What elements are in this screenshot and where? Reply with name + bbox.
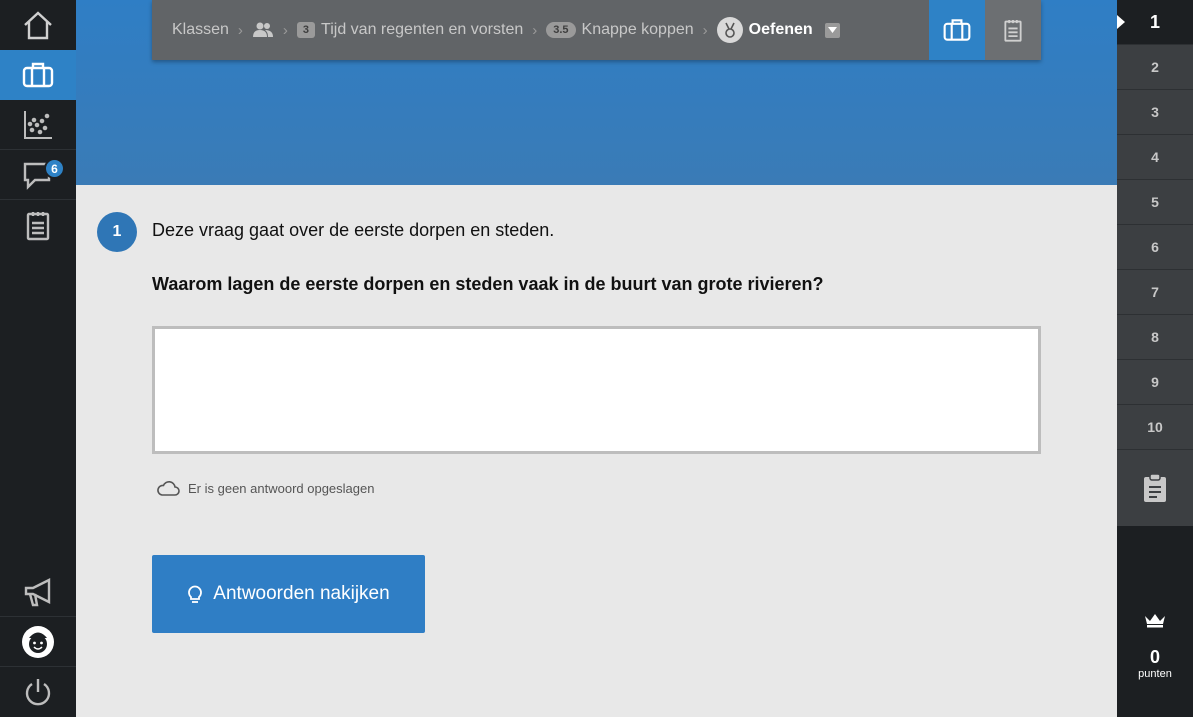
messages-button[interactable]: 6 — [0, 150, 76, 200]
notes-view-button[interactable] — [985, 0, 1041, 60]
answer-input[interactable] — [152, 326, 1041, 454]
question-nav-item-9[interactable]: 9 — [1117, 360, 1193, 405]
score-value: 0 — [1149, 647, 1160, 667]
medal-icon — [716, 17, 743, 43]
breadcrumb-mode[interactable]: Oefenen — [716, 17, 840, 43]
chapter-number-badge: 3 — [296, 22, 316, 38]
score-label: punten — [1138, 668, 1172, 680]
announcements-button[interactable] — [0, 567, 76, 617]
breadcrumb-chapter[interactable]: 3 Tijd van regenten en vorsten — [296, 21, 524, 39]
chevron-right-icon: › — [532, 21, 538, 39]
chevron-right-icon: › — [237, 21, 243, 39]
question-intro: Deze vraag gaat over de eerste dorpen en… — [152, 220, 555, 240]
chevron-down-icon[interactable] — [824, 22, 840, 38]
notepad-icon — [1004, 20, 1022, 42]
megaphone-icon — [24, 578, 51, 607]
section-number-badge: 3.5 — [546, 22, 576, 38]
scatter-chart-icon — [24, 111, 52, 139]
results-button[interactable] — [0, 100, 76, 150]
cloud-icon — [157, 481, 180, 496]
logout-button[interactable] — [0, 667, 76, 717]
power-icon — [25, 679, 51, 706]
breadcrumb-section[interactable]: 3.5 Knappe koppen — [546, 21, 694, 39]
messages-badge: 6 — [44, 158, 65, 179]
breadcrumb-bar: Klassen › › 3 Tijd van regenten en vorst… — [152, 0, 1041, 60]
chapter-title: Tijd van regenten en vorsten — [321, 21, 524, 38]
overview-button[interactable] — [1117, 450, 1193, 526]
chevron-right-icon: › — [702, 21, 708, 39]
chevron-right-icon: › — [282, 21, 288, 39]
lessons-button[interactable] — [0, 50, 76, 100]
clipboard-icon — [1144, 473, 1166, 502]
current-indicator-icon — [1117, 15, 1125, 29]
question-nav-item-8[interactable]: 8 — [1117, 315, 1193, 360]
left-sidebar: 6 — [0, 0, 76, 717]
check-answers-button[interactable]: Antwoorden nakijken — [152, 555, 425, 633]
users-icon — [252, 22, 273, 37]
tasks-button[interactable] — [0, 200, 76, 250]
lesson-view-button[interactable] — [929, 0, 985, 60]
question-nav-item-6[interactable]: 6 — [1117, 225, 1193, 270]
question-nav-item-10[interactable]: 10 — [1117, 405, 1193, 450]
question-nav-item-3[interactable]: 3 — [1117, 90, 1193, 135]
question-nav-item-2[interactable]: 2 — [1117, 45, 1193, 90]
save-status-text: Er is geen antwoord opgeslagen — [188, 480, 375, 496]
crown-icon — [1145, 614, 1165, 628]
profile-button[interactable] — [0, 617, 76, 667]
question-nav-item-7[interactable]: 7 — [1117, 270, 1193, 315]
section-title: Knappe koppen — [581, 21, 694, 38]
question-nav-item-1[interactable]: 1 — [1117, 0, 1193, 45]
breadcrumb-group[interactable] — [252, 22, 274, 38]
home-icon — [24, 11, 52, 40]
briefcase-icon — [943, 19, 971, 41]
breadcrumb: Klassen › › 3 Tijd van regenten en vorst… — [152, 0, 929, 60]
main-content: Klassen › › 3 Tijd van regenten en vorst… — [76, 0, 1117, 717]
breadcrumb-klassen[interactable]: Klassen — [172, 21, 229, 39]
question-number: 1 — [97, 212, 137, 252]
clipboard-icon — [26, 212, 50, 241]
question-nav-item-5[interactable]: 5 — [1117, 180, 1193, 225]
question-navigator: 1 2 3 4 5 6 7 8 9 10 0 punten — [1117, 0, 1193, 717]
question-nav-item-4[interactable]: 4 — [1117, 135, 1193, 180]
home-button[interactable] — [0, 0, 76, 50]
check-answers-label: Antwoorden nakijken — [213, 583, 390, 604]
avatar-icon — [22, 626, 54, 658]
briefcase-icon — [22, 62, 54, 88]
save-status: Er is geen antwoord opgeslagen — [156, 480, 374, 496]
question-text: Waarom lagen de eerste dorpen en steden … — [152, 274, 824, 294]
lightbulb-icon — [188, 585, 203, 603]
mode-label: Oefenen — [748, 21, 813, 38]
score-panel: 0 punten — [1117, 612, 1193, 680]
